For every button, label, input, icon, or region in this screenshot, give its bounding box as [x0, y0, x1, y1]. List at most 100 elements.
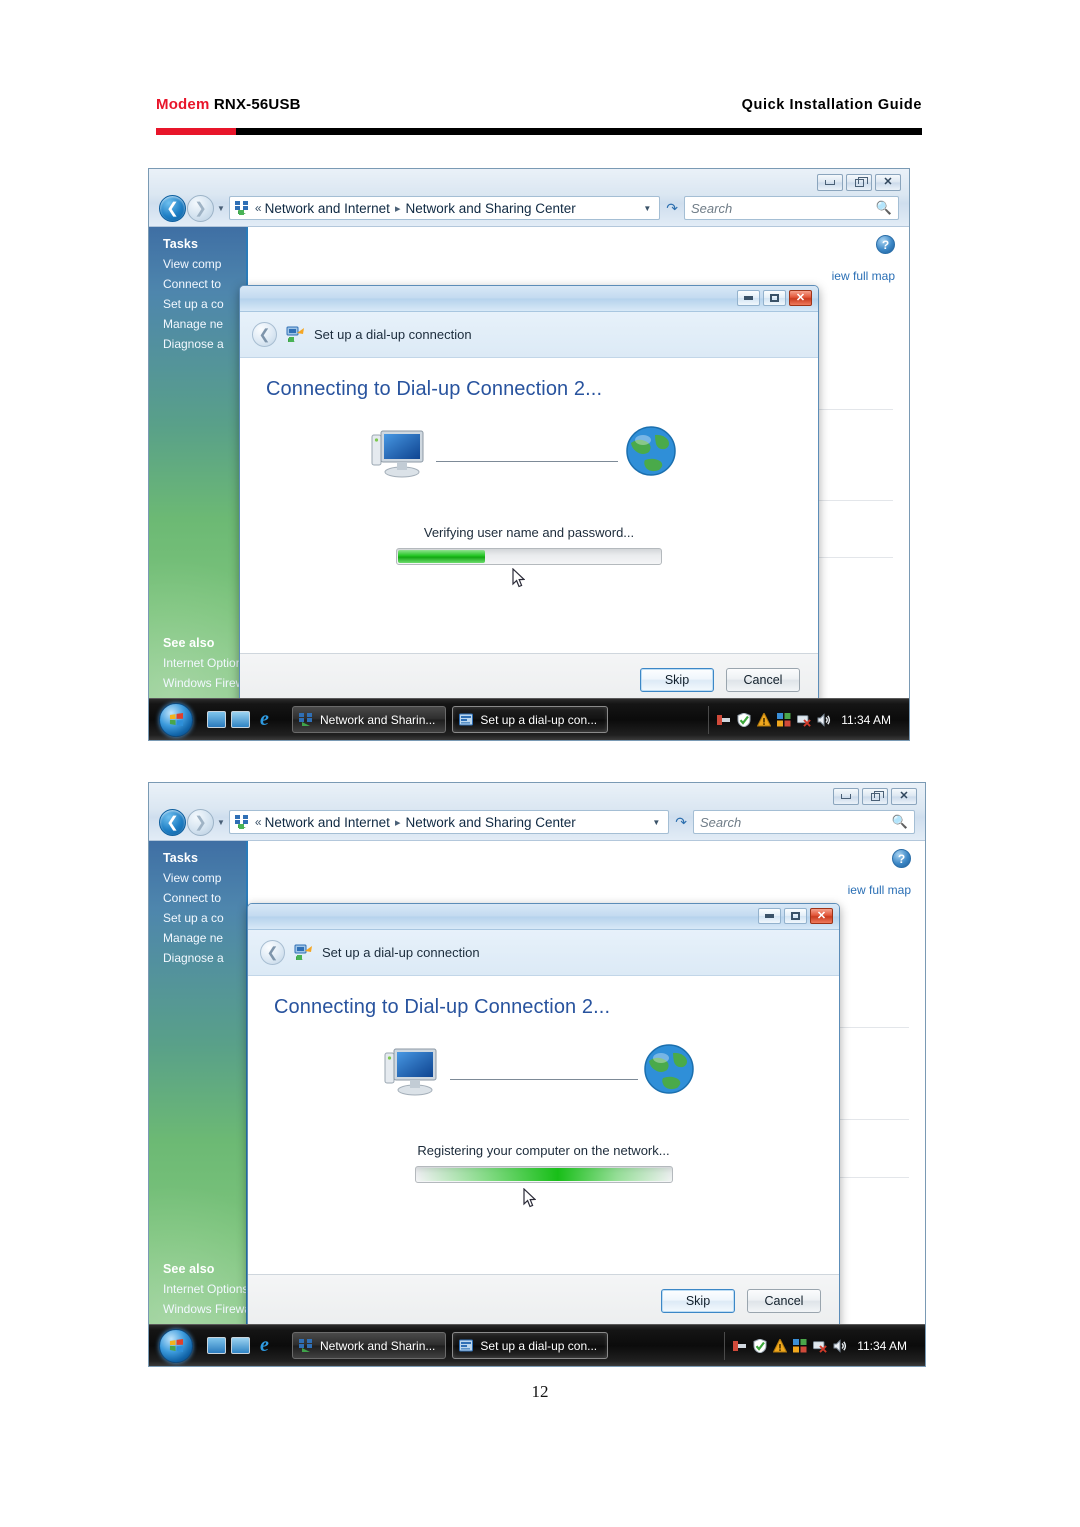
- sidebar-item-windows-firewall[interactable]: Windows Firewall: [149, 1296, 246, 1316]
- system-tray[interactable]: 11:34 AM: [708, 705, 899, 734]
- search-input[interactable]: Search 🔍: [693, 810, 915, 834]
- address-bar[interactable]: ❮ ❯ ▼ « Network and Internet ▸ Network a…: [149, 803, 925, 841]
- explorer-body: Tasks View comp Connect to Set up a co M…: [149, 841, 925, 1328]
- taskbar-clock[interactable]: 11:34 AM: [841, 713, 891, 727]
- address-bar[interactable]: ❮ ❯ ▼ « Network and Internet ▸ Network a…: [149, 189, 909, 227]
- start-button[interactable]: [159, 1328, 193, 1363]
- explorer-body: Tasks View comp Connect to Set up a co M…: [149, 227, 909, 707]
- breadcrumb-overflow-icon[interactable]: «: [255, 815, 262, 829]
- connection-graphic: [240, 419, 818, 511]
- refresh-icon[interactable]: ↷: [675, 814, 687, 831]
- volume-icon: [817, 712, 831, 727]
- breadcrumb-item-1[interactable]: Network and Sharing Center: [405, 201, 575, 216]
- sidebar-item-internet-options[interactable]: Internet Options: [149, 650, 246, 670]
- header-model-label: RNX-56USB: [213, 96, 301, 113]
- breadcrumb-item-1[interactable]: Network and Sharing Center: [405, 815, 575, 830]
- search-icon[interactable]: 🔍: [876, 200, 892, 216]
- back-button-icon[interactable]: ❮: [159, 808, 186, 836]
- sidebar-item-internet-options[interactable]: Internet Options: [149, 1276, 246, 1296]
- forward-button-icon[interactable]: ❯: [187, 194, 214, 222]
- help-icon[interactable]: ?: [876, 235, 895, 254]
- refresh-icon[interactable]: ↷: [666, 200, 678, 217]
- connection-status-text: Verifying user name and password...: [423, 525, 635, 540]
- progress-bar: [414, 1166, 673, 1183]
- taskbar-button-dialup[interactable]: Set up a dial-up con...: [452, 706, 609, 733]
- dialog-maximize-icon[interactable]: [763, 290, 786, 306]
- breadcrumb[interactable]: « Network and Internet ▸ Network and Sha…: [228, 196, 661, 220]
- dialog-back-icon[interactable]: ❮: [260, 940, 285, 965]
- sidebar-item-view-computers[interactable]: View comp: [149, 251, 246, 271]
- dialog-window-controls[interactable]: ✕: [737, 290, 812, 306]
- dialog-back-icon[interactable]: ❮: [252, 322, 277, 347]
- dialog-minimize-icon[interactable]: [737, 290, 760, 306]
- forward-button-icon[interactable]: ❯: [187, 808, 214, 836]
- safely-remove-icon: [733, 1340, 747, 1351]
- dialog-minimize-icon[interactable]: [758, 908, 781, 924]
- start-button[interactable]: [159, 702, 193, 737]
- back-button-icon[interactable]: ❮: [159, 194, 186, 222]
- network-disconnected-icon: [797, 714, 811, 727]
- sidebar-item-view-computers[interactable]: View comp: [149, 865, 246, 885]
- view-full-map-link[interactable]: iew full map: [848, 883, 911, 897]
- dialog-close-icon[interactable]: ✕: [789, 290, 812, 306]
- breadcrumb-overflow-icon[interactable]: «: [255, 201, 262, 215]
- quick-launch-bar[interactable]: e: [207, 709, 274, 729]
- sidebar-item-diagnose[interactable]: Diagnose a: [149, 331, 246, 351]
- recent-pages-chevron-down-icon[interactable]: ▼: [217, 818, 225, 827]
- breadcrumb-item-0[interactable]: Network and Internet: [265, 201, 390, 216]
- dialog-heading: Connecting to Dial-up Connection 2...: [274, 996, 611, 1018]
- sidebar-item-connect-to[interactable]: Connect to: [149, 885, 246, 905]
- skip-button[interactable]: Skip: [640, 668, 714, 692]
- help-icon[interactable]: ?: [892, 849, 911, 868]
- breadcrumb[interactable]: « Network and Internet ▸ Network and Sha…: [228, 810, 670, 834]
- taskbar-clock[interactable]: 11:34 AM: [857, 1339, 907, 1353]
- breadcrumb-item-0[interactable]: Network and Internet: [265, 815, 390, 830]
- taskbar-button-label: Set up a dial-up con...: [480, 1338, 598, 1353]
- search-input[interactable]: Search 🔍: [684, 196, 899, 220]
- sidebar-item-manage-networks[interactable]: Manage ne: [149, 311, 246, 331]
- switch-window-icon[interactable]: [231, 711, 250, 728]
- dialog-maximize-icon[interactable]: [784, 908, 807, 924]
- skip-button[interactable]: Skip: [661, 1289, 735, 1313]
- sidebar-item-connect-to[interactable]: Connect to: [149, 271, 246, 291]
- show-desktop-icon[interactable]: [207, 1337, 226, 1354]
- recent-pages-chevron-down-icon[interactable]: ▼: [217, 204, 225, 213]
- dialog-window-controls[interactable]: ✕: [758, 908, 833, 924]
- taskbar-button-label: Network and Sharin...: [320, 1338, 436, 1353]
- taskbar-buttons[interactable]: Network and Sharin... Set up a dial-up c…: [292, 706, 609, 733]
- taskbar-button-label: Network and Sharin...: [320, 712, 436, 727]
- mouse-cursor-icon: [512, 568, 525, 588]
- sidebar-item-diagnose[interactable]: Diagnose a: [149, 945, 246, 965]
- cancel-button[interactable]: Cancel: [726, 668, 800, 692]
- internet-explorer-icon[interactable]: e: [255, 709, 274, 729]
- connection-line: [436, 461, 618, 462]
- taskbar-button-dialup[interactable]: Set up a dial-up con...: [452, 1332, 609, 1359]
- view-full-map-link[interactable]: iew full map: [832, 269, 895, 283]
- internet-explorer-icon[interactable]: e: [255, 1335, 274, 1355]
- header-product: Modem RNX-56USB: [156, 96, 301, 113]
- windows-logo-icon: [169, 1338, 183, 1353]
- system-tray[interactable]: 11:34 AM: [724, 1331, 915, 1360]
- taskbar-button-network-sharing[interactable]: Network and Sharin...: [292, 706, 447, 733]
- volume-icon: [833, 1338, 847, 1353]
- show-desktop-icon[interactable]: [207, 711, 226, 728]
- cancel-button[interactable]: Cancel: [747, 1289, 821, 1313]
- globe-icon: [643, 1043, 695, 1095]
- breadcrumb-chevron-down-icon[interactable]: ▼: [652, 818, 660, 827]
- dialog-close-icon[interactable]: ✕: [810, 908, 833, 924]
- sidebar-item-set-up-connection[interactable]: Set up a co: [149, 905, 246, 925]
- sidebar-item-windows-firewall[interactable]: Windows Firewall: [149, 670, 246, 690]
- dialup-connection-icon: [459, 713, 474, 725]
- progress-bar-fill: [398, 550, 486, 563]
- taskbar: e Network and Sharin... Set up a dial-up…: [149, 698, 909, 740]
- sidebar-item-set-up-connection[interactable]: Set up a co: [149, 291, 246, 311]
- sidebar-item-manage-networks[interactable]: Manage ne: [149, 925, 246, 945]
- connection-line: [450, 1079, 638, 1080]
- search-icon[interactable]: 🔍: [892, 814, 908, 830]
- header-guide-title: Quick Installation Guide: [741, 97, 922, 113]
- breadcrumb-chevron-down-icon[interactable]: ▼: [643, 204, 651, 213]
- switch-window-icon[interactable]: [231, 1337, 250, 1354]
- taskbar-buttons[interactable]: Network and Sharin... Set up a dial-up c…: [292, 1332, 609, 1359]
- quick-launch-bar[interactable]: e: [207, 1335, 274, 1355]
- taskbar-button-network-sharing[interactable]: Network and Sharin...: [292, 1332, 447, 1359]
